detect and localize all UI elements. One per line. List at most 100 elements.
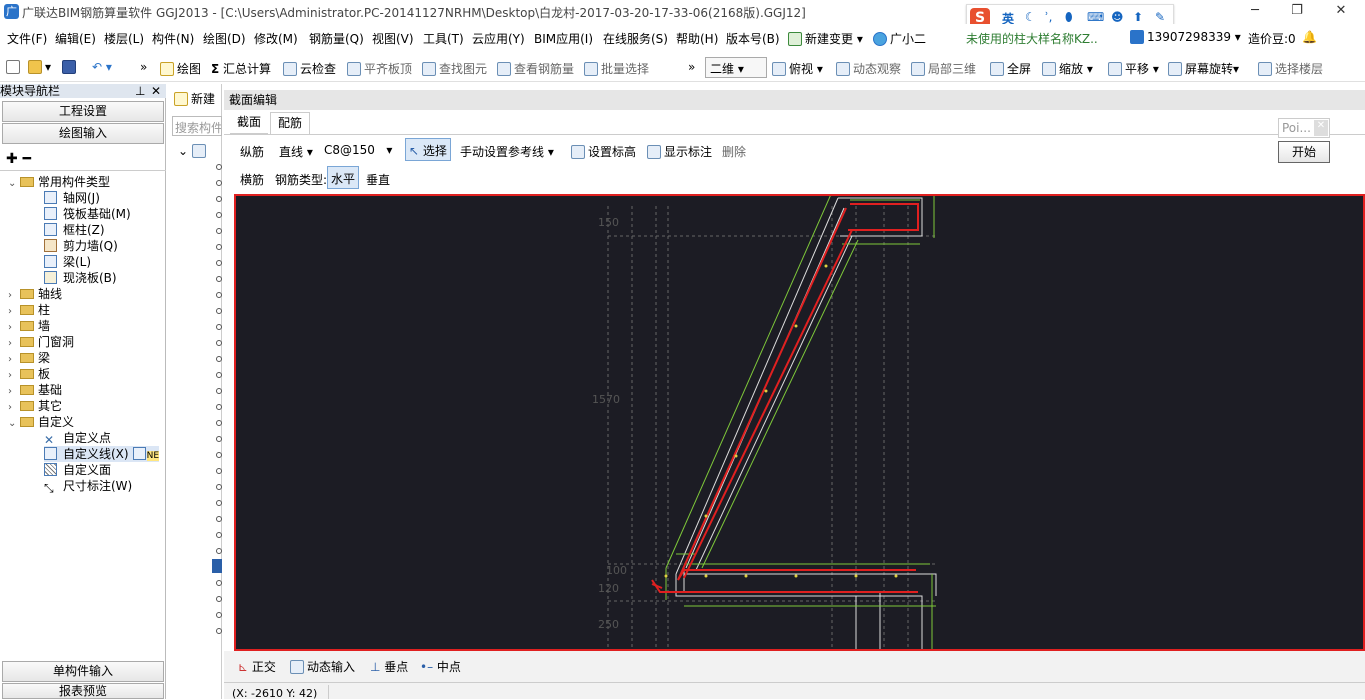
list-item-bullet[interactable] <box>216 196 222 202</box>
wrench-icon[interactable]: ✎ <box>1155 10 1165 24</box>
trans-rebar-label[interactable]: 横筋 <box>240 171 264 188</box>
tree-frame-column[interactable]: 框柱(Z) <box>44 222 105 238</box>
single-component-button[interactable]: 单构件输入 <box>2 661 164 682</box>
list-item-bullet[interactable] <box>216 212 222 218</box>
list-item-bullet[interactable] <box>216 452 222 458</box>
top-view-button[interactable]: 俯视 ▾ <box>772 60 823 77</box>
tree-axis-grid[interactable]: 轴网(J) <box>44 190 100 206</box>
dynamic-view-button[interactable]: 动态观察 <box>836 60 901 77</box>
draw-button[interactable]: 绘图 <box>160 60 201 77</box>
tree-column[interactable]: › 柱 <box>8 302 50 318</box>
tree-custom-line[interactable]: 自定义线(X) NE <box>44 446 160 462</box>
menu-cloud[interactable]: 云应用(Y) <box>472 30 525 47</box>
tree-openings[interactable]: › 门窗洞 <box>8 334 74 350</box>
batch-select-button[interactable]: 批量选择 <box>584 60 649 77</box>
punct-icon[interactable]: ʾ, <box>1045 10 1053 24</box>
overflow-chevron-icon[interactable]: » <box>688 60 695 74</box>
tree-axis[interactable]: › 轴线 <box>8 286 62 302</box>
vertical-toggle[interactable]: 垂直 <box>366 171 390 188</box>
local-3d-button[interactable]: 局部三维 <box>911 60 976 77</box>
list-item-bullet[interactable] <box>216 500 222 506</box>
user-icon[interactable]: ☻ <box>1111 10 1124 24</box>
keyboard-icon[interactable]: ⌨ <box>1087 10 1104 24</box>
tab-rebar[interactable]: 配筋 <box>270 112 311 134</box>
list-item-bullet[interactable] <box>216 436 222 442</box>
menu-version[interactable]: 版本号(B) <box>726 30 780 47</box>
tree-slab[interactable]: 现浇板(B) <box>44 270 117 286</box>
account[interactable]: 13907298339 ▾ <box>1130 30 1241 44</box>
view-rebar-button[interactable]: 查看钢筋量 <box>497 60 574 77</box>
list-item-bullet[interactable] <box>216 516 222 522</box>
drawing-canvas[interactable]: 150 1570 100 120 250 <box>234 194 1365 651</box>
save-icon[interactable] <box>62 60 79 74</box>
notice-text[interactable]: 未使用的柱大样名称KZ.. <box>966 30 1098 47</box>
list-item-bullet[interactable] <box>216 484 222 490</box>
tree-wall[interactable]: › 墙 <box>8 318 50 334</box>
menu-tools[interactable]: 工具(T) <box>423 30 464 47</box>
menu-bim[interactable]: BIM应用(I) <box>534 30 593 47</box>
list-item-bullet[interactable] <box>216 180 222 186</box>
rebar-spec-select[interactable]: C8@150 ▾ <box>324 143 392 157</box>
select-button[interactable]: ↖ 选择 <box>405 138 451 161</box>
list-item-bullet[interactable] <box>216 548 222 554</box>
menu-online[interactable]: 在线服务(S) <box>603 30 668 47</box>
tab-section[interactable]: 截面 <box>230 112 269 134</box>
list-item-bullet[interactable] <box>216 324 222 330</box>
overflow-chevron-icon[interactable]: » <box>140 60 147 74</box>
mic-icon[interactable]: ⬮ <box>1065 10 1073 25</box>
list-item-bullet[interactable] <box>216 580 222 586</box>
tree-slab-group[interactable]: › 板 <box>8 366 50 382</box>
menu-component[interactable]: 构件(N) <box>152 30 194 47</box>
list-item-bullet[interactable] <box>216 260 222 266</box>
moon-icon[interactable]: ☾ <box>1025 10 1036 24</box>
tree-foundation[interactable]: › 基础 <box>8 382 62 398</box>
report-preview-button[interactable]: 报表预览 <box>2 683 164 699</box>
menu-edit[interactable]: 编辑(E) <box>55 30 96 47</box>
tree-beam[interactable]: 梁(L) <box>44 254 91 270</box>
horizontal-toggle[interactable]: 水平 <box>327 166 360 189</box>
menu-floor[interactable]: 楼层(L) <box>104 30 144 47</box>
delete-button[interactable]: 删除 <box>722 143 746 160</box>
sum-calc-button[interactable]: Σ 汇总计算 <box>211 60 271 77</box>
pan-button[interactable]: 平移 ▾ <box>1108 60 1159 77</box>
menu-draw[interactable]: 绘图(D) <box>203 30 246 47</box>
tree-shear-wall[interactable]: 剪力墙(Q) <box>44 238 118 254</box>
tree-common-types[interactable]: ⌄ 常用构件类型 <box>8 174 110 190</box>
select-floor-button[interactable]: 选择楼层 <box>1258 60 1323 77</box>
expand-all-icon[interactable]: ✚ ━ <box>6 151 31 167</box>
zoom-button[interactable]: 缩放 ▾ <box>1042 60 1093 77</box>
tree-raft-foundation[interactable]: 筏板基础(M) <box>44 206 131 222</box>
minimize-button[interactable]: ─ <box>1240 2 1270 22</box>
close-button[interactable]: ✕ <box>1326 2 1356 22</box>
list-item-bullet[interactable] <box>216 164 222 170</box>
list-item-bullet[interactable] <box>216 340 222 346</box>
tree-other[interactable]: › 其它 <box>8 398 62 414</box>
list-item-bullet[interactable] <box>216 596 222 602</box>
list-item-bullet[interactable] <box>216 228 222 234</box>
project-settings-button[interactable]: 工程设置 <box>2 101 164 122</box>
list-item-bullet[interactable] <box>216 356 222 362</box>
tree-beam-group[interactable]: › 梁 <box>8 350 50 366</box>
screen-rotate-button[interactable]: 屏幕旋转▾ <box>1168 60 1239 77</box>
list-item-bullet[interactable] <box>216 628 222 634</box>
list-item-bullet[interactable] <box>216 388 222 394</box>
list-item-bullet[interactable] <box>216 372 222 378</box>
dynamic-input-toggle[interactable]: 动态输入 <box>290 658 355 675</box>
new-file-icon[interactable] <box>6 60 23 74</box>
pin-icon[interactable]: ⊥ <box>135 84 145 98</box>
list-item-bullet[interactable] <box>216 468 222 474</box>
find-element-button[interactable]: 查找图元 <box>422 60 487 77</box>
start-button[interactable]: 开始 <box>1278 141 1330 163</box>
long-rebar-label[interactable]: 纵筋 <box>240 143 264 160</box>
drawing-input-button[interactable]: 绘图输入 <box>2 123 164 144</box>
ortho-toggle[interactable]: ⊾ 正交 <box>238 658 276 675</box>
menu-help[interactable]: 帮助(H) <box>676 30 718 47</box>
menu-modify[interactable]: 修改(M) <box>254 30 298 47</box>
list-item-bullet[interactable] <box>216 404 222 410</box>
menu-view[interactable]: 视图(V) <box>372 30 414 47</box>
flat-top-button[interactable]: 平齐板顶 <box>347 60 412 77</box>
list-item-bullet[interactable] <box>216 420 222 426</box>
maximize-button[interactable]: ❐ <box>1282 2 1312 22</box>
view-mode-select[interactable]: 二维 ▾ <box>705 57 767 78</box>
skin-icon[interactable]: ⬆ <box>1133 10 1143 24</box>
